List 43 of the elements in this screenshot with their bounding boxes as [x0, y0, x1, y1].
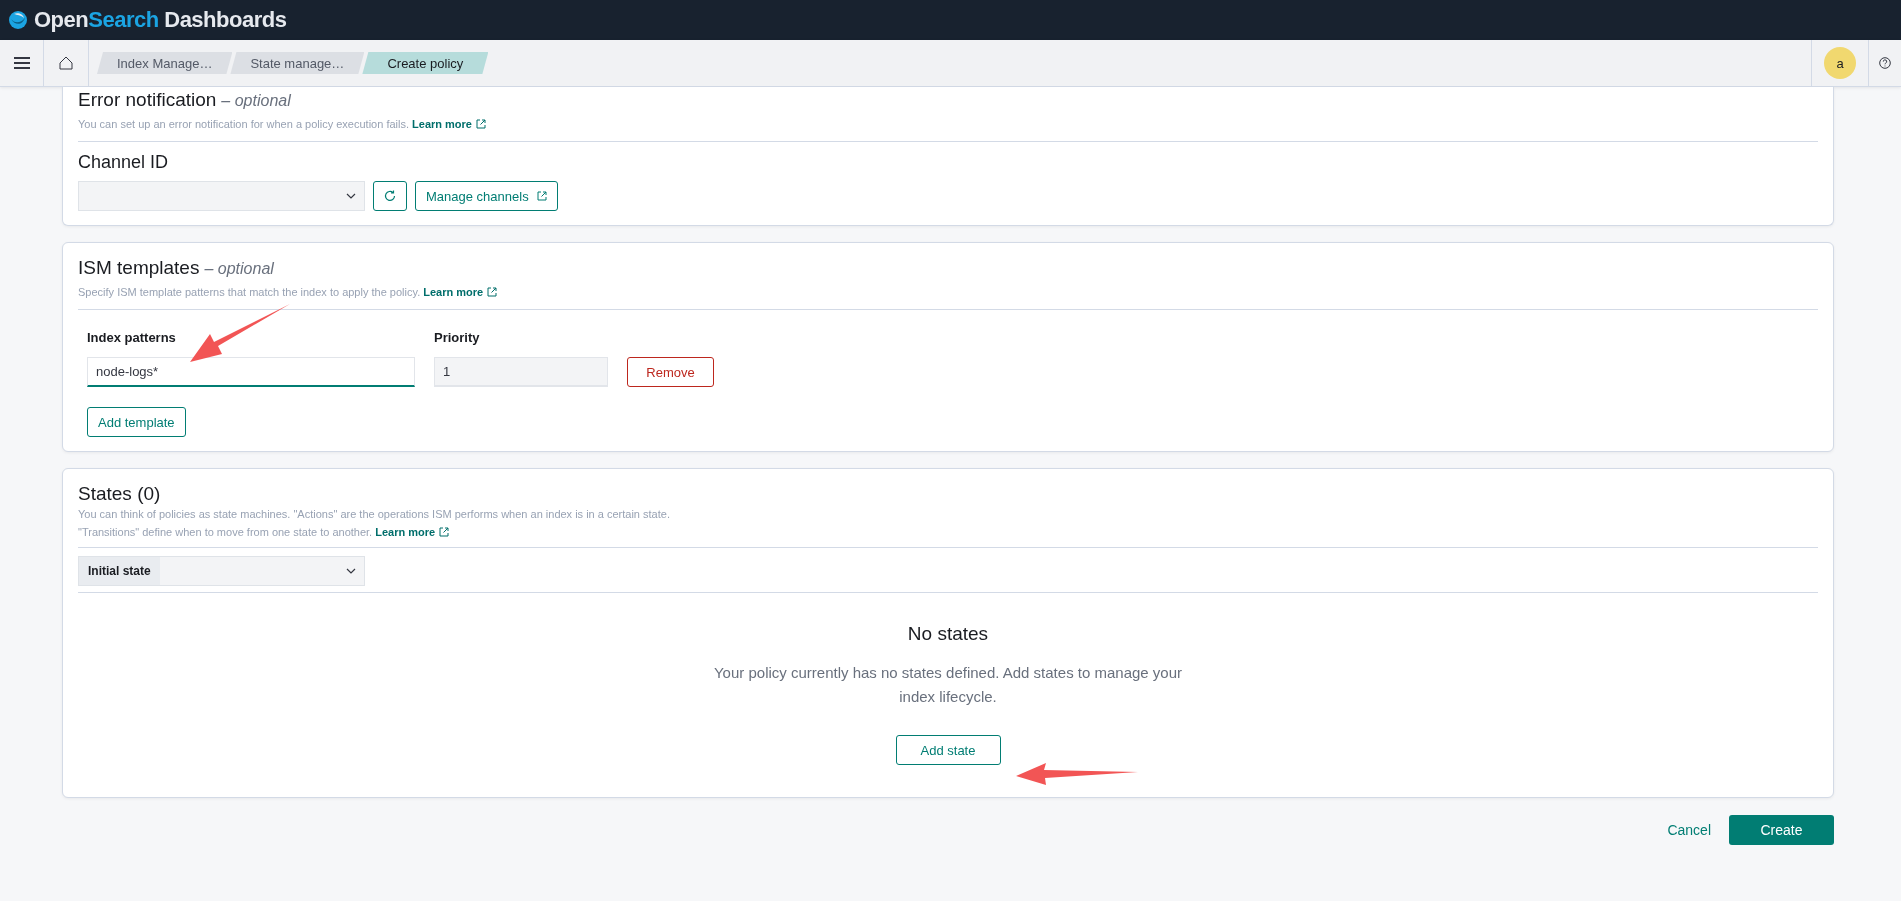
add-template-button[interactable]: Add template: [87, 407, 186, 437]
optional-label: – optional: [204, 260, 274, 278]
priority-field[interactable]: 1: [434, 357, 608, 387]
manage-channels-button[interactable]: Manage channels: [415, 181, 558, 211]
index-pattern-field[interactable]: node-logs*: [87, 357, 415, 387]
add-state-button[interactable]: Add state: [895, 735, 1001, 765]
refresh-button[interactable]: [373, 181, 407, 211]
section-description: "Transitions" define when to move from one state to another. Learn more: [78, 523, 1818, 541]
refresh-icon: [384, 190, 396, 202]
empty-title: No states: [907, 623, 989, 645]
external-link-icon: [536, 191, 547, 201]
section-description: You can set up an error notification for when a policy execution fails. Learn more: [78, 115, 1818, 133]
section-title: States (0): [78, 483, 162, 505]
logo-icon: [8, 10, 28, 30]
learn-more-link[interactable]: Learn more: [412, 115, 486, 133]
cancel-link[interactable]: Cancel: [1667, 822, 1711, 838]
menu-icon[interactable]: [13, 57, 30, 69]
remove-button[interactable]: Remove: [627, 357, 714, 387]
section-description: You can think of policies as state machines. "Actions" are the operations ISM performs when an index is in a certain state.: [78, 507, 671, 522]
learn-more-link[interactable]: Learn more: [375, 523, 450, 541]
external-link-icon: [487, 287, 498, 297]
learn-more-link[interactable]: Learn more: [423, 283, 498, 301]
chevron-down-icon: [346, 193, 356, 199]
breadcrumb-link[interactable]: Index Manage…: [97, 52, 233, 74]
create-button[interactable]: Create: [1729, 815, 1834, 845]
user-avatar[interactable]: a: [1824, 47, 1856, 79]
breadcrumb-link[interactable]: State manage…: [230, 52, 365, 74]
section-title: ISM templates: [78, 257, 200, 279]
field-label: Index patterns: [87, 330, 177, 345]
section-description: Specify ISM template patterns that match the index to apply the policy. Learn more: [78, 283, 1818, 301]
optional-label: – optional: [221, 92, 291, 110]
home-icon[interactable]: [59, 56, 73, 70]
initial-state-select[interactable]: Initial state: [78, 556, 365, 586]
help-icon[interactable]: [1879, 57, 1891, 69]
brand-name: OpenSearch Dashboards: [34, 7, 287, 33]
external-link-icon: [476, 119, 486, 129]
breadcrumb-link[interactable]: Create policy: [362, 52, 489, 74]
field-label: Channel ID: [78, 152, 170, 173]
chevron-down-icon: [346, 568, 356, 574]
field-label: Priority: [434, 330, 481, 345]
empty-message: Your policy currently has no states defined. Add states to manage your index lifecycle.: [712, 663, 1184, 707]
external-link-icon: [439, 527, 450, 537]
section-title: Error notification: [78, 89, 217, 111]
